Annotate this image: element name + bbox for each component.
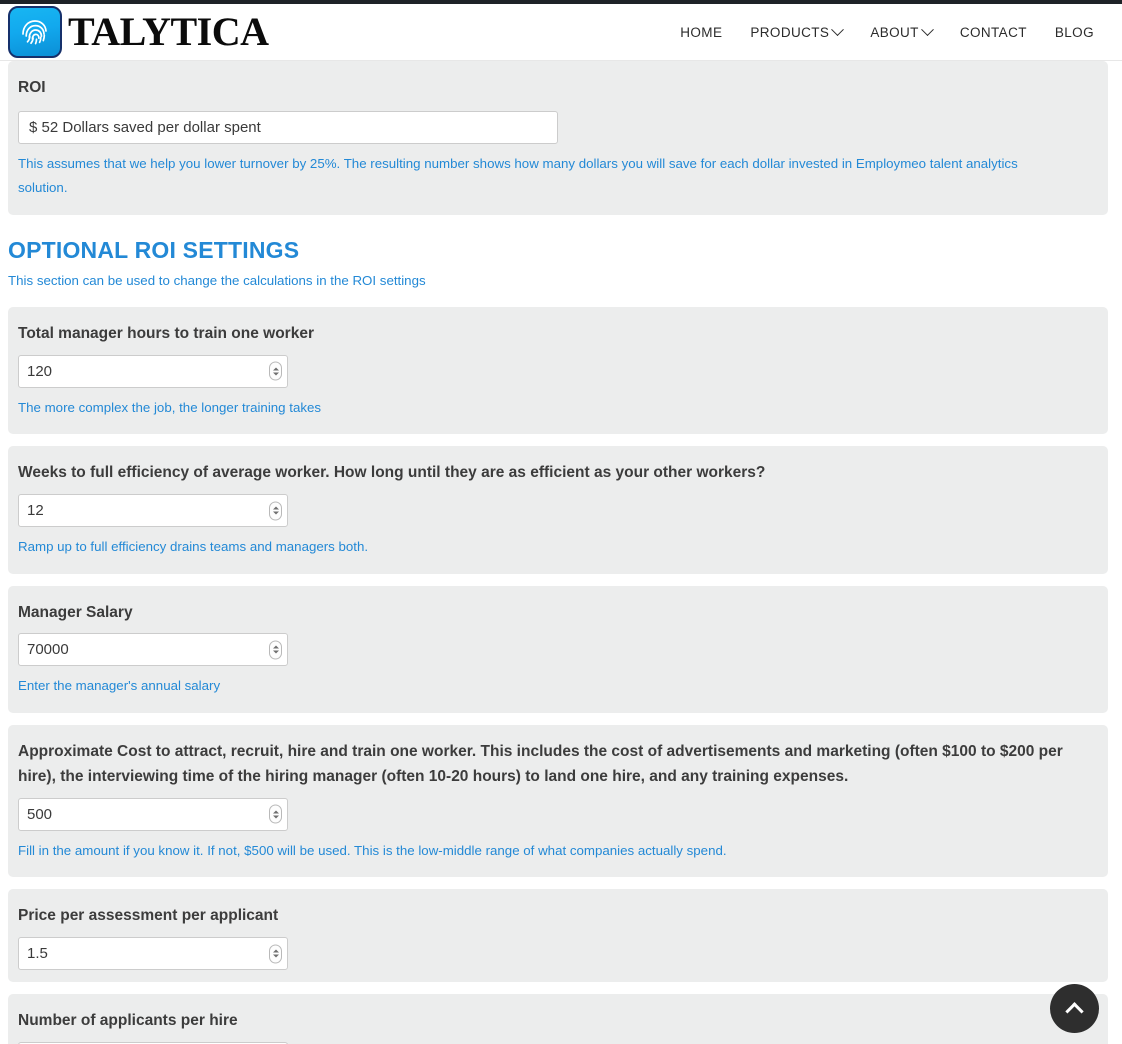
roi-result-panel: ROI This assumes that we help you lower …: [8, 61, 1108, 215]
stepper-up-icon[interactable]: [272, 367, 279, 371]
number-stepper[interactable]: [269, 640, 282, 660]
setting-help-text: Enter the manager's annual salary: [18, 678, 221, 694]
nav-item-contact[interactable]: CONTACT: [960, 25, 1027, 40]
stepper-up-icon[interactable]: [272, 506, 279, 510]
setting-panel-weeks-to-efficiency: Weeks to full efficiency of average work…: [8, 446, 1108, 574]
chevron-up-icon: [1065, 1002, 1084, 1021]
number-input-group: [18, 633, 288, 667]
stepper-down-icon[interactable]: [272, 954, 279, 958]
roi-calculator-form: ROI This assumes that we help you lower …: [0, 61, 1108, 1044]
stepper-down-icon[interactable]: [272, 372, 279, 376]
manager-salary-input[interactable]: [18, 633, 288, 667]
fingerprint-icon: [8, 6, 62, 58]
nav-item-about-label: ABOUT: [870, 24, 919, 40]
scrollbar-gutter[interactable]: [1108, 61, 1122, 1044]
number-stepper[interactable]: [269, 944, 282, 964]
setting-label: Number of applicants per hire: [18, 1012, 238, 1030]
roi-result-input[interactable]: [18, 110, 558, 144]
nav-item-blog-label: BLOG: [1054, 24, 1094, 40]
setting-label: Price per assessment per applicant: [18, 907, 279, 925]
setting-panel-cost-to-hire: Approximate Cost to attract, recruit, hi…: [8, 724, 1108, 878]
brand-logo-link[interactable]: TALYTICA: [8, 6, 269, 58]
chevron-down-icon: [831, 22, 845, 36]
stepper-down-icon[interactable]: [272, 815, 279, 819]
number-stepper[interactable]: [269, 361, 282, 381]
main-navigation: HOME PRODUCTS ABOUT CONTACT BLOG: [680, 22, 1094, 40]
setting-label: Weeks to full efficiency of average work…: [18, 464, 766, 482]
number-input-group: [18, 354, 288, 388]
setting-panel-manager-hours: Total manager hours to train one worker …: [8, 307, 1108, 435]
section-subtitle: This section can be used to change the c…: [8, 273, 426, 289]
setting-panel-manager-salary: Manager Salary Enter the manager's annua…: [8, 585, 1108, 713]
site-header: TALYTICA HOME PRODUCTS ABOUT CONTACT BLO…: [0, 4, 1122, 61]
setting-label: Total manager hours to train one worker: [18, 325, 314, 343]
stepper-up-icon[interactable]: [272, 949, 279, 953]
nav-item-about[interactable]: ABOUT: [870, 22, 934, 40]
number-stepper[interactable]: [269, 804, 282, 824]
stepper-up-icon[interactable]: [272, 645, 279, 649]
brand-name: TALYTICA: [68, 9, 269, 54]
price-per-assessment-input[interactable]: [18, 937, 288, 971]
number-input-group: [18, 797, 288, 831]
stepper-down-icon[interactable]: [272, 650, 279, 654]
chevron-down-icon: [920, 22, 934, 36]
nav-item-blog[interactable]: BLOG: [1055, 25, 1094, 40]
section-title: OPTIONAL ROI SETTINGS: [8, 236, 300, 263]
roi-label: ROI: [18, 79, 46, 96]
number-input-group: [18, 937, 288, 971]
setting-panel-price-per-assessment: Price per assessment per applicant: [8, 889, 1108, 983]
setting-panel-applicants-per-hire: Number of applicants per hire: [8, 994, 1108, 1044]
number-input-group: [18, 494, 288, 527]
number-stepper[interactable]: [269, 501, 282, 520]
roi-help-text: This assumes that we help you lower turn…: [18, 155, 1018, 196]
scroll-to-top-button[interactable]: [1050, 984, 1099, 1033]
cost-to-hire-input[interactable]: [18, 797, 288, 831]
stepper-down-icon[interactable]: [272, 511, 279, 515]
nav-item-contact-label: CONTACT: [959, 24, 1027, 40]
setting-label: Manager Salary: [18, 603, 133, 621]
nav-item-products-label: PRODUCTS: [750, 24, 830, 40]
stepper-up-icon[interactable]: [272, 810, 279, 814]
page-body: ROI This assumes that we help you lower …: [0, 61, 1122, 1044]
nav-item-products[interactable]: PRODUCTS: [750, 22, 845, 40]
manager-hours-input[interactable]: [18, 354, 288, 388]
optional-roi-settings-section: OPTIONAL ROI SETTINGS This section can b…: [8, 237, 1108, 292]
nav-item-home-label: HOME: [680, 24, 723, 40]
setting-help-text: Ramp up to full efficiency drains teams …: [18, 539, 369, 554]
setting-help-text: Fill in the amount if you know it. If no…: [18, 842, 727, 858]
weeks-to-efficiency-input[interactable]: [18, 494, 288, 527]
setting-help-text: The more complex the job, the longer tra…: [18, 399, 322, 415]
nav-item-home[interactable]: HOME: [680, 25, 722, 40]
setting-label: Approximate Cost to attract, recruit, hi…: [18, 742, 1063, 786]
